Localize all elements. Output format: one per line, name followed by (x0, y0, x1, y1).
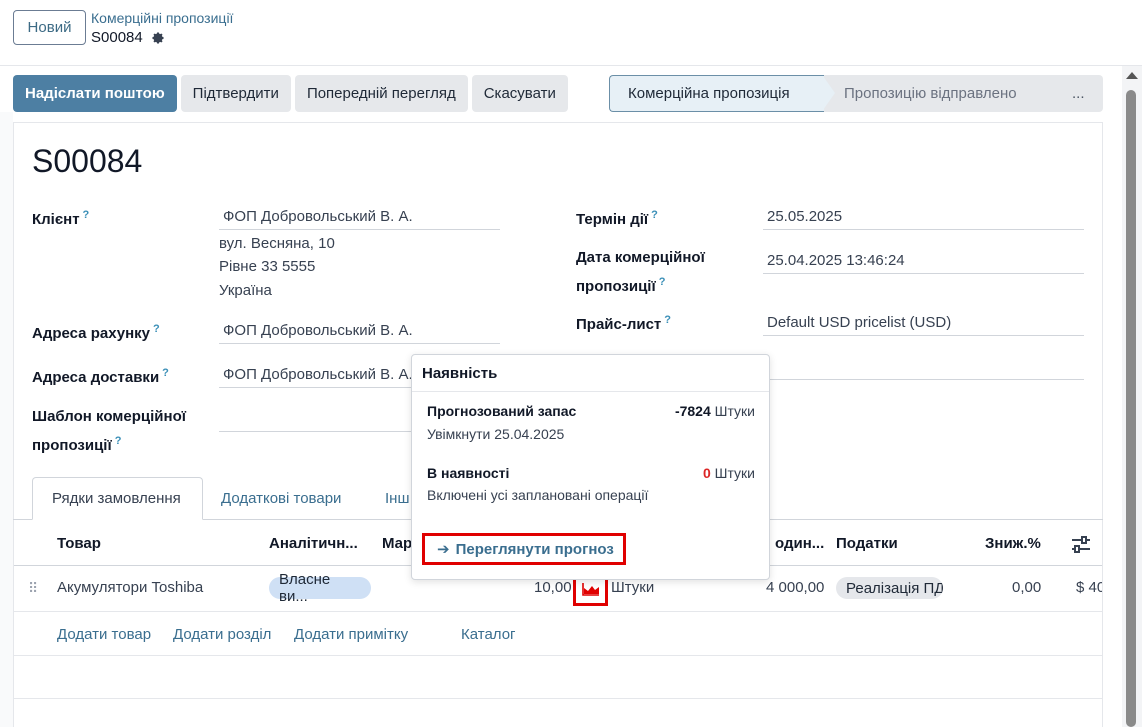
status-bar: Комерційна пропозиція Пропозицію відправ… (609, 75, 1103, 112)
col-taxes[interactable]: Податки (836, 535, 898, 552)
gear-icon[interactable] (151, 31, 165, 45)
extra-field[interactable] (763, 354, 1084, 380)
forecast-value: -7824 Штуки (674, 403, 755, 419)
quote-date-field[interactable]: 25.04.2025 13:46:24 (763, 248, 1084, 274)
validity-field[interactable]: 25.05.2025 (763, 204, 1084, 230)
scroll-up-arrow-icon[interactable] (1126, 72, 1138, 79)
row-unit-price[interactable]: 4 000,00 (766, 579, 824, 596)
tab-order-lines[interactable]: Рядки замовлення (32, 477, 203, 520)
analytic-badge[interactable]: Власне ви... (269, 571, 371, 605)
area-chart-icon (581, 583, 599, 596)
template-label: Шаблон комерційної пропозиції? (32, 408, 186, 454)
action-buttons: Надіслати поштою Підтвердити Попередній … (13, 75, 568, 112)
validity-label: Термін дії? (576, 209, 658, 228)
customer-field[interactable]: ФОП Добровольський В. А. (219, 204, 500, 230)
confirm-button[interactable]: Підтвердити (180, 75, 291, 112)
stage-quotation[interactable]: Комерційна пропозиція (609, 75, 837, 112)
col-unit-price[interactable]: один... (775, 535, 824, 552)
breadcrumb-current-label: S00084 (91, 29, 143, 46)
divider (14, 698, 1102, 699)
cancel-button[interactable]: Скасувати (471, 75, 568, 112)
pricelist-label: Прайс-лист? (576, 314, 672, 333)
stage-quotation-sent[interactable]: Пропозицію відправлено (824, 75, 1062, 112)
forecast-subtext: Увімкнути 25.04.2025 (427, 426, 565, 442)
invoice-address-field[interactable]: ФОП Добровольський В. А. (219, 318, 500, 344)
tax-badge[interactable]: Реалізація ПД (836, 577, 943, 599)
onhand-label: В наявності (427, 465, 510, 481)
popover-divider (412, 391, 769, 392)
address-line: вул. Весняна, 10 (219, 235, 335, 252)
invoice-address-label: Адреса рахунку? (32, 323, 160, 342)
row-product[interactable]: Акумулятори Toshiba (57, 579, 203, 596)
new-button[interactable]: Новий (13, 10, 86, 45)
row-discount[interactable]: 0,00 (1012, 579, 1041, 596)
onhand-value: 0 Штуки (702, 465, 755, 481)
breadcrumb-current: S00084 (91, 29, 165, 46)
onhand-subtext: Включені усі заплановані операції (427, 487, 649, 503)
address-line: Україна (219, 282, 272, 299)
tab-optional-products[interactable]: Додаткові товари (221, 477, 341, 520)
address-line: Рівне 33 5555 (219, 258, 316, 275)
pricelist-field[interactable]: Default USD pricelist (USD) (763, 310, 1084, 336)
add-product-link[interactable]: Додати товар (57, 626, 151, 643)
row-uom[interactable]: Штуки (611, 579, 654, 596)
popover-title: Наявність (422, 365, 498, 382)
background (0, 112, 13, 727)
column-settings-icon[interactable] (1071, 536, 1091, 554)
preview-button[interactable]: Попередній перегляд (294, 75, 468, 112)
record-title: S00084 (32, 143, 143, 179)
catalog-link[interactable]: Каталог (461, 626, 516, 643)
arrow-right-icon: ➔ (437, 541, 450, 558)
delivery-address-label: Адреса доставки? (32, 367, 169, 386)
col-margin[interactable]: Мар (382, 535, 412, 552)
quote-date-label: Дата комерційної пропозиції? (576, 249, 705, 295)
customer-label: Клієнт? (32, 209, 90, 228)
tab-other-info[interactable]: Інш (385, 477, 410, 520)
scrollbar-thumb[interactable] (1126, 90, 1136, 727)
divider (14, 655, 1102, 656)
view-forecast-link[interactable]: ➔ Переглянути прогноз (422, 533, 626, 565)
send-email-button[interactable]: Надіслати поштою (13, 75, 177, 112)
add-note-link[interactable]: Додати примітку (294, 626, 408, 643)
forecast-label: Прогнозований запас (427, 403, 577, 419)
view-forecast-label: Переглянути прогноз (455, 540, 614, 558)
breadcrumb-parent-link[interactable]: Комерційні пропозиції (91, 10, 233, 26)
drag-handle-icon[interactable]: ⠿ (28, 580, 38, 597)
col-discount[interactable]: Зниж.% (985, 535, 1041, 552)
row-subtotal: $ 40 (1076, 579, 1102, 596)
row-quantity[interactable]: 10,00 (534, 579, 572, 596)
col-analytic[interactable]: Аналітичн... (269, 535, 358, 552)
col-product[interactable]: Товар (57, 535, 101, 552)
add-section-link[interactable]: Додати розділ (173, 626, 271, 643)
